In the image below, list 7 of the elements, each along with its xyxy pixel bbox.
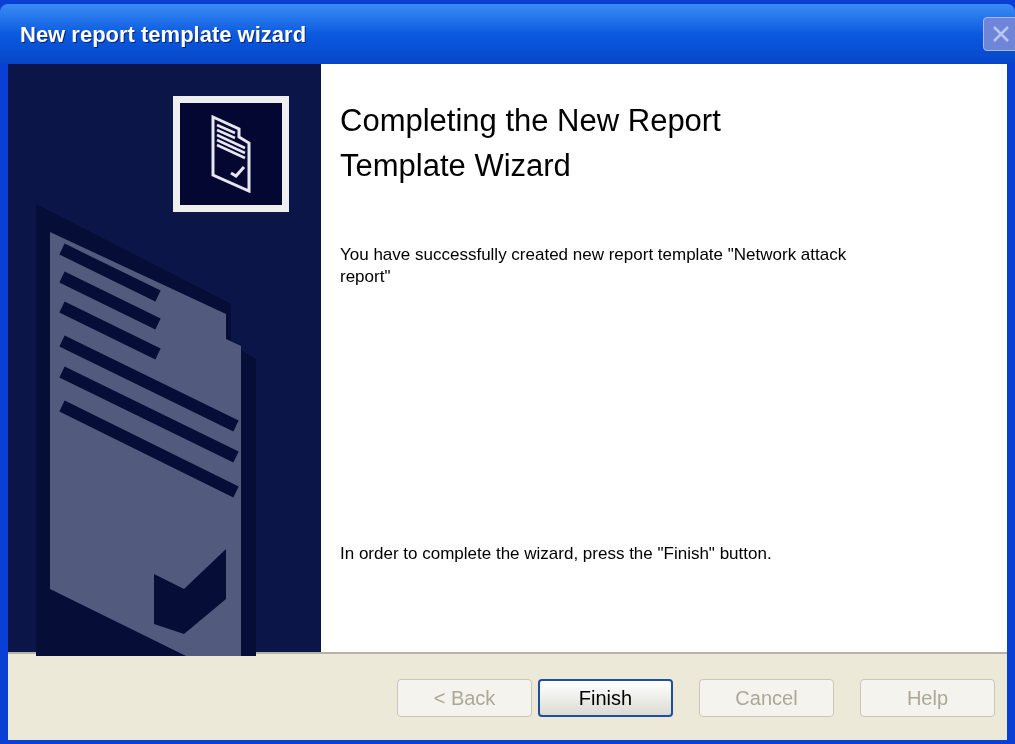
close-icon: [991, 24, 1011, 44]
wizard-button[interactable]: Finish: [538, 679, 673, 717]
instruction-text: In order to complete the wizard, press the "Finish" button.: [340, 542, 773, 565]
success-message: You have successfully created new report template "Network attack report": [340, 244, 848, 288]
window-title: New report template wizard: [20, 20, 307, 49]
wizard-heading: Completing the New Report Template Wizard: [340, 102, 722, 185]
document-icon: [173, 96, 289, 212]
